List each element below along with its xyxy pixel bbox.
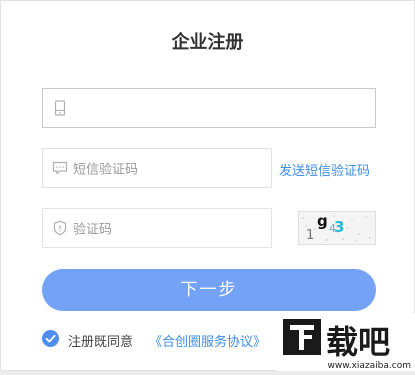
mobile-phone-icon [54, 100, 66, 116]
watermark-logo: 载吧 www.xiazaiba.com [277, 313, 415, 371]
agreement-label: 注册既同意 [68, 335, 134, 350]
sms-code-input[interactable]: 短信验证码 [42, 148, 272, 188]
captcha-char: g [317, 212, 328, 230]
next-step-button[interactable]: 下一步 [42, 269, 376, 311]
captcha-placeholder: 验证码 [73, 222, 113, 238]
send-sms-code-link[interactable]: 发送短信验证码 [279, 160, 370, 179]
watermark-url: www.xiazaiba.com [327, 361, 411, 371]
agree-checkbox[interactable] [42, 330, 59, 347]
svg-text:载吧: 载吧 [326, 323, 390, 361]
page-title: 企业注册 [171, 32, 244, 53]
shield-icon [53, 220, 67, 236]
message-icon [52, 161, 68, 175]
service-agreement-link[interactable]: 《合创圈服务协议》 [149, 331, 266, 350]
captcha-char: 3 [334, 218, 344, 236]
captcha-noise: 1 g 4 3 [302, 212, 371, 243]
checkmark-icon [45, 334, 56, 343]
phone-input[interactable] [42, 88, 376, 128]
captcha-image[interactable]: 1 g 4 3 [298, 211, 376, 245]
sms-code-placeholder: 短信验证码 [73, 162, 139, 178]
captcha-char: 1 [306, 228, 314, 243]
captcha-input[interactable]: 验证码 [42, 208, 272, 248]
